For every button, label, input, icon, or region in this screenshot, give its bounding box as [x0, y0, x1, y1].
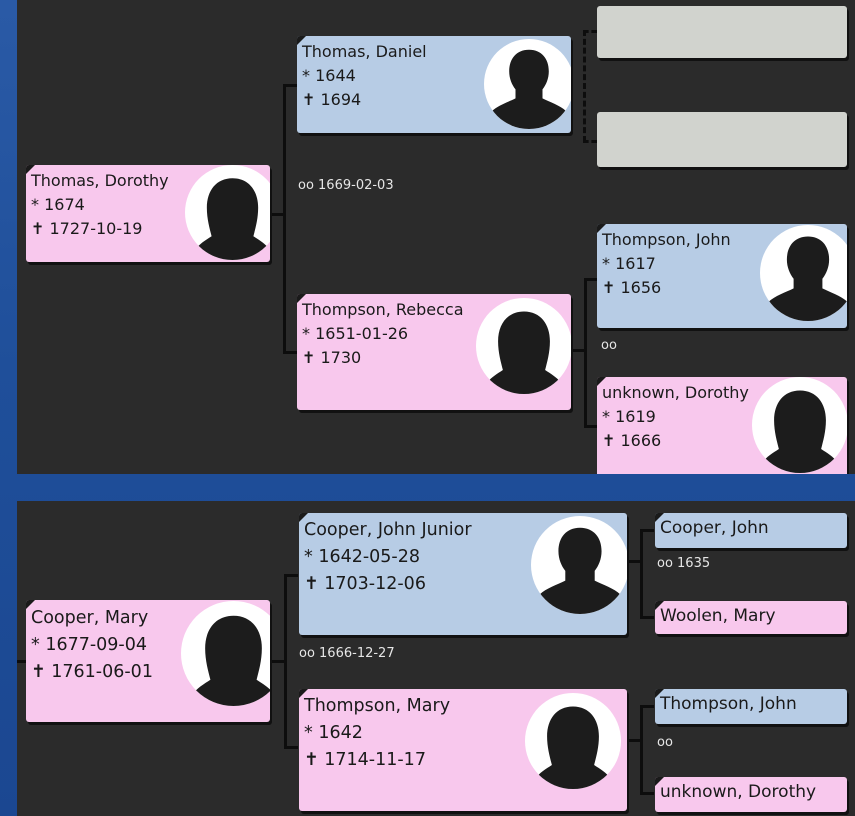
person-card-mother[interactable]: Thompson, Mary * 1642 ✝ 1714-11-17 [299, 689, 627, 811]
male-silhouette-icon [760, 225, 847, 321]
connector-line-unknown [583, 30, 597, 33]
female-silhouette-icon [185, 165, 270, 260]
person-card-maternal-grandfather[interactable]: Thompson, John * 1617 ✝ 1656 [597, 224, 847, 328]
connector-line [283, 351, 297, 354]
person-name: Thomas, Daniel [302, 42, 427, 61]
person-card-maternal-grandmother[interactable]: unknown, Dorothy * 1619 ✝ 1666 [597, 377, 847, 474]
connector-line [640, 529, 654, 532]
connector-line [640, 529, 643, 619]
death-symbol: ✝ [302, 90, 316, 109]
person-death: 1761-06-01 [51, 662, 153, 682]
marriage-date: oo [601, 338, 617, 353]
death-symbol: ✝ [302, 348, 316, 367]
connector-line [17, 660, 26, 663]
death-symbol: ✝ [31, 219, 45, 238]
person-name: Thompson, John [660, 694, 797, 714]
person-birth: * 1674 [31, 195, 85, 214]
person-card-mother[interactable]: Thompson, Rebecca * 1651-01-26 ✝ 1730 [297, 294, 571, 410]
person-card-paternal-grandfather[interactable]: Cooper, John [655, 513, 847, 548]
death-symbol: ✝ [602, 278, 616, 297]
connector-line [640, 705, 654, 708]
connector-line [283, 84, 297, 87]
person-death: 1666 [620, 431, 662, 450]
person-name: Thompson, Rebecca [302, 300, 464, 319]
person-card-father[interactable]: Cooper, John Junior * 1642-05-28 ✝ 1703-… [299, 513, 627, 635]
connector-line [584, 278, 587, 428]
connector-line [284, 574, 298, 577]
connector-line [640, 616, 654, 619]
connector-line [283, 84, 286, 354]
person-name: Woolen, Mary [660, 606, 776, 626]
connector-line-unknown [583, 140, 597, 143]
death-symbol: ✝ [304, 574, 319, 594]
person-birth: * 1651-01-26 [302, 324, 409, 343]
female-silhouette-icon [181, 601, 270, 706]
person-card-maternal-grandfather[interactable]: Thompson, John [655, 689, 847, 724]
person-birth: * 1619 [602, 407, 656, 426]
person-name: unknown, Dorothy [602, 383, 749, 402]
marriage-date: oo 1669-02-03 [298, 178, 394, 193]
person-card-root[interactable]: Thomas, Dorothy * 1674 ✝ 1727-10-19 [26, 165, 270, 262]
female-silhouette-icon [525, 693, 621, 789]
person-birth: * 1677-09-04 [31, 635, 148, 655]
pedigree-panel-bottom[interactable]: Cooper, Mary * 1677-09-04 ✝ 1761-06-01 C… [17, 501, 855, 816]
person-card-paternal-grandmother[interactable]: Woolen, Mary [655, 601, 847, 634]
person-name: unknown, Dorothy [660, 782, 817, 802]
person-birth: * 1644 [302, 66, 356, 85]
person-birth: * 1642 [304, 723, 363, 743]
empty-person-slot[interactable] [597, 112, 847, 167]
person-name: Thompson, John [602, 230, 731, 249]
person-name: Thompson, Mary [304, 696, 451, 716]
person-name: Cooper, Mary [31, 608, 149, 628]
person-death: 1727-10-19 [49, 219, 143, 238]
marriage-date: oo 1666-12-27 [299, 646, 395, 661]
person-death: 1714-11-17 [324, 750, 426, 770]
person-card-maternal-grandmother[interactable]: unknown, Dorothy [655, 777, 847, 812]
pedigree-panel-top[interactable]: Thomas, Dorothy * 1674 ✝ 1727-10-19 Thom… [17, 0, 855, 474]
connector-line [284, 574, 287, 749]
person-birth: * 1642-05-28 [304, 547, 421, 567]
death-symbol: ✝ [602, 431, 616, 450]
connector-line [284, 746, 298, 749]
person-death: 1656 [620, 278, 662, 297]
marriage-date: oo [657, 735, 673, 750]
person-card-father[interactable]: Thomas, Daniel * 1644 ✝ 1694 [297, 36, 571, 133]
person-death: 1694 [320, 90, 362, 109]
person-birth: * 1617 [602, 254, 656, 273]
connector-line-unknown [583, 30, 586, 142]
connector-line [640, 792, 654, 795]
empty-person-slot[interactable] [597, 6, 847, 58]
marriage-date: oo 1635 [657, 556, 711, 571]
female-silhouette-icon [752, 377, 847, 473]
male-silhouette-icon [531, 516, 627, 614]
connector-line [584, 425, 598, 428]
person-death: 1703-12-06 [324, 574, 426, 594]
person-name: Cooper, John Junior [304, 520, 472, 540]
female-silhouette-icon [476, 298, 571, 394]
person-death: 1730 [320, 348, 362, 367]
person-name: Cooper, John [660, 518, 769, 538]
male-silhouette-icon [484, 39, 571, 129]
death-symbol: ✝ [31, 662, 46, 682]
death-symbol: ✝ [304, 750, 319, 770]
connector-line [584, 278, 598, 281]
connector-line [640, 705, 643, 795]
person-name: Thomas, Dorothy [31, 171, 169, 190]
person-card-root[interactable]: Cooper, Mary * 1677-09-04 ✝ 1761-06-01 [26, 600, 270, 722]
